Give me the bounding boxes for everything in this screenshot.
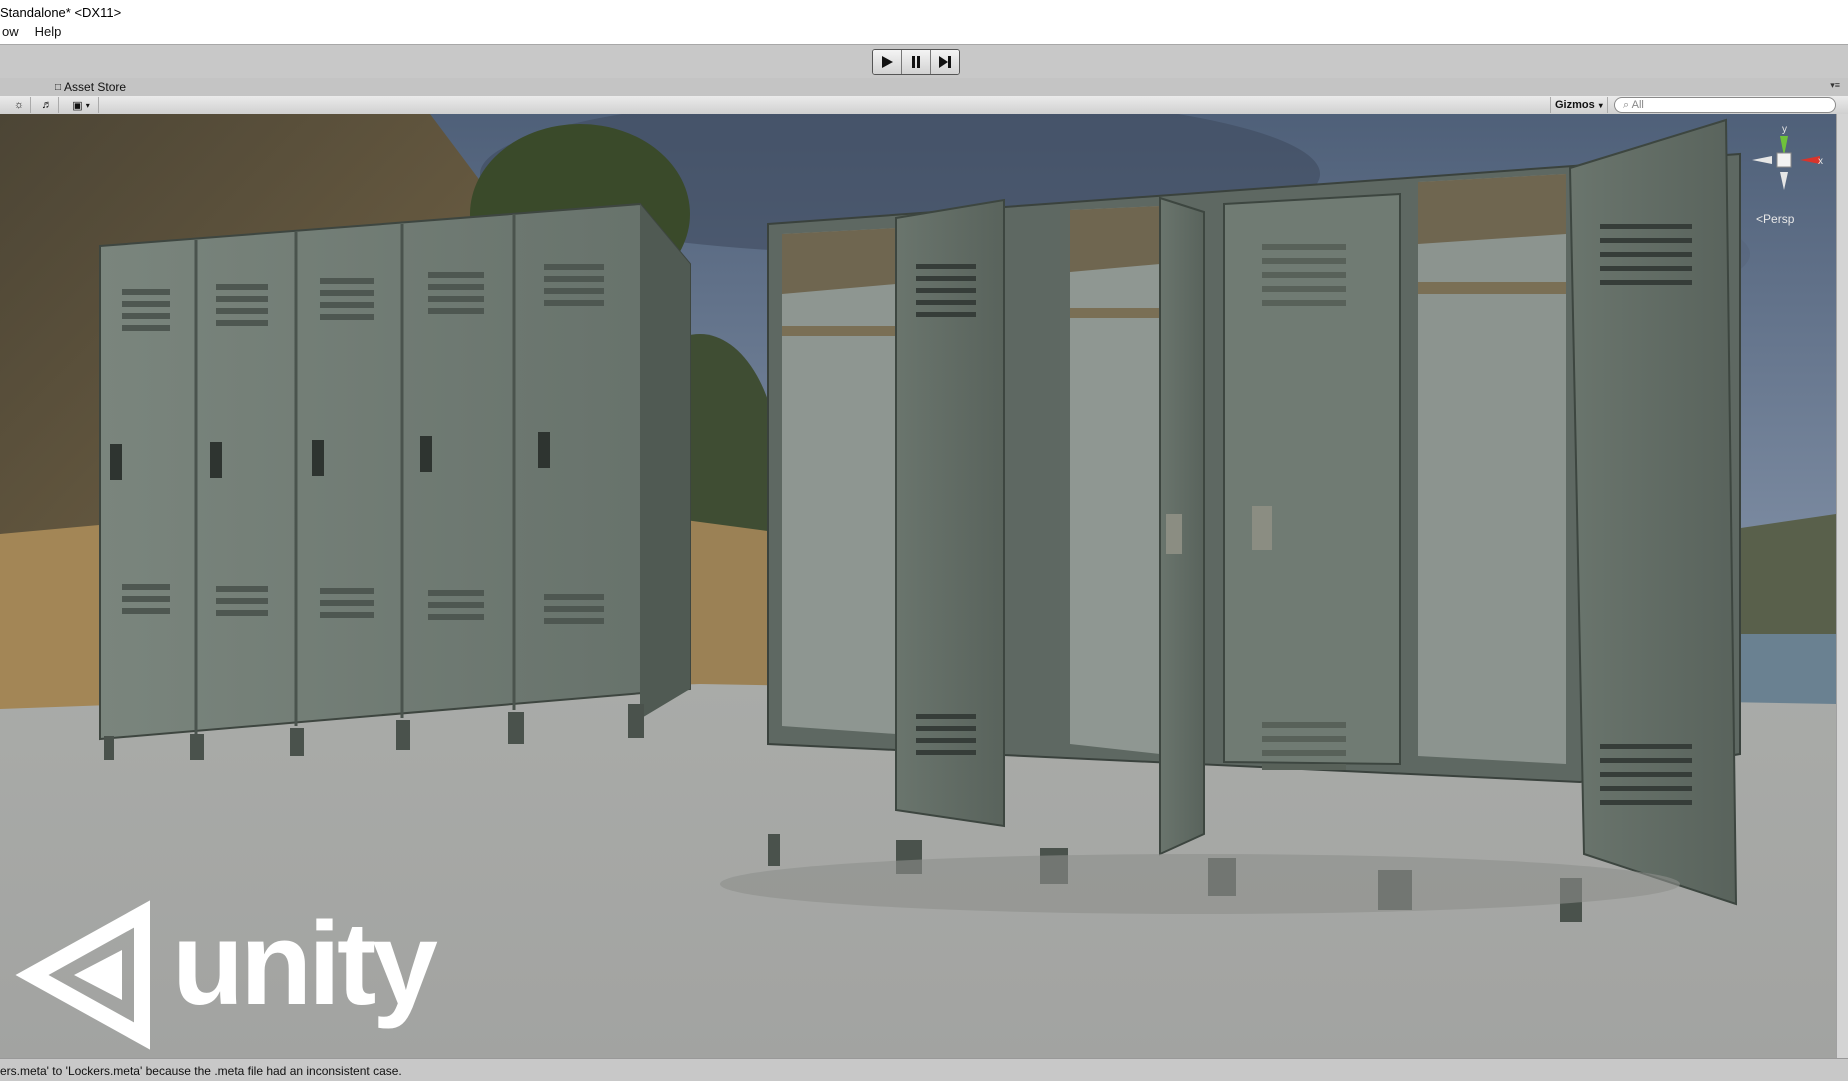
search-placeholder: All <box>1631 99 1644 111</box>
playback-controls <box>872 49 960 75</box>
persp-arrow-icon: < <box>1756 212 1764 226</box>
status-message[interactable]: ers.meta' to 'Lockers.meta' because the … <box>0 1064 402 1078</box>
effects-dropdown[interactable]: ▣ ▾ <box>64 97 99 113</box>
play-button[interactable] <box>873 50 902 74</box>
step-icon <box>939 56 951 68</box>
tab-asset-store-label: Asset Store <box>64 80 127 94</box>
search-input[interactable]: ⌕ All <box>1614 97 1836 113</box>
menu-bar: ow Help <box>0 24 63 44</box>
axis-y-label: y <box>1782 124 1787 135</box>
status-bar: ers.meta' to 'Lockers.meta' because the … <box>0 1058 1848 1081</box>
audio-toggle[interactable]: ♬ <box>36 97 59 113</box>
sun-icon: ☼ <box>13 99 25 111</box>
axis-x-label: x <box>1818 156 1823 167</box>
play-icon <box>882 56 893 68</box>
vertical-scrollbar[interactable] <box>1836 114 1848 1058</box>
menu-help[interactable]: Help <box>33 24 64 44</box>
unity-logo-text: unity <box>172 898 438 1030</box>
projection-toggle[interactable]: <Persp <box>1756 212 1794 226</box>
pause-icon <box>912 56 920 68</box>
menu-window[interactable]: ow <box>0 24 21 44</box>
speaker-icon: ♬ <box>41 99 53 111</box>
gizmos-dropdown[interactable]: Gizmos ▾ <box>1550 97 1608 113</box>
lighting-toggle[interactable]: ☼ <box>8 97 31 113</box>
tab-options-icon[interactable]: ▾≡ <box>1830 80 1840 91</box>
window-title: Standalone* <DX11> <box>0 5 122 20</box>
tab-asset-store[interactable]: □ Asset Store <box>55 80 126 94</box>
title-bar: Standalone* <DX11> ow Help <box>0 0 1848 44</box>
chevron-down-icon: ▾ <box>85 100 90 110</box>
image-icon: ▣ <box>72 99 83 112</box>
pause-button[interactable] <box>902 50 931 74</box>
chevron-down-icon: ▾ <box>1598 100 1603 110</box>
gizmos-label: Gizmos <box>1555 99 1595 111</box>
persp-label: Persp <box>1763 212 1795 226</box>
step-button[interactable] <box>931 50 959 74</box>
scene-toolbar: ☼ ♬ ▣ ▾ Gizmos ▾ ⌕ All <box>0 96 1848 115</box>
axis-gizmo-icon <box>1752 136 1820 190</box>
closed-lockers <box>99 202 691 760</box>
store-icon: □ <box>55 81 62 93</box>
tab-row: □ Asset Store ▾≡ <box>0 78 1848 96</box>
search-icon: ⌕ <box>1623 99 1630 111</box>
